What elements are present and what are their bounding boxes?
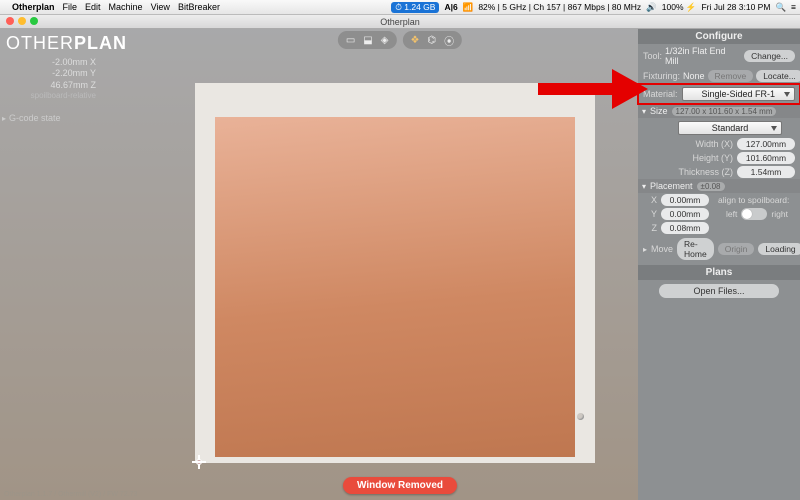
plans-header: Plans: [638, 265, 800, 280]
window-title: Otherplan: [380, 17, 420, 27]
remove-fixturing-button: Remove: [708, 70, 754, 82]
battery-status[interactable]: 100% ⚡: [662, 2, 697, 13]
version-credits: Otherplan 1.1.7 / Othermill (V2) / FW 72…: [4, 491, 137, 498]
move-row: Move Re-Home Origin Loading: [638, 235, 800, 263]
zoom-icon[interactable]: [30, 17, 38, 25]
material-select[interactable]: Single-Sided FR-1: [682, 87, 795, 101]
thickness-input[interactable]: 1.54mm: [737, 166, 795, 178]
placement-x-input[interactable]: 0.00mm: [661, 194, 709, 206]
width-input[interactable]: 127.00mm: [737, 138, 795, 150]
configure-panel: Configure Tool: 1/32in Flat End Mill Cha…: [638, 29, 800, 500]
close-icon[interactable]: [6, 17, 14, 25]
placement-y-label: Y: [643, 209, 657, 219]
align-right-label: right: [771, 209, 788, 219]
window-titlebar: Otherplan: [0, 15, 800, 29]
menubar-right: ⏱ 1.24 GB A|6 📶 82% | 5 GHz | Ch 157 | 8…: [391, 2, 796, 13]
view-front-icon[interactable]: ▭: [346, 35, 355, 46]
logo-text-a: OTHER: [6, 33, 74, 53]
placement-z-label: Z: [643, 223, 657, 233]
loading-button[interactable]: Loading: [758, 243, 800, 255]
wifi-stats: 82% | 5 GHz | Ch 157 | 867 Mbps | 80 MHz: [478, 2, 641, 12]
coord-x: -2.00mm X: [6, 57, 96, 68]
tool-value: 1/32in Flat End Mill: [665, 46, 741, 66]
configure-header: Configure: [638, 29, 800, 44]
placement-tolerance: ±0.08: [697, 182, 725, 191]
gcode-state-toggle[interactable]: G-code state: [2, 113, 61, 123]
app-menu[interactable]: Otherplan: [12, 2, 55, 12]
locating-pin: [577, 413, 584, 420]
placement-section-header[interactable]: Placement ±0.08: [638, 179, 800, 193]
menu-machine[interactable]: Machine: [109, 2, 143, 12]
locate-fixturing-button[interactable]: Locate...: [756, 70, 800, 82]
view-toolbar: ▭ ⬓ ◈ ❖ ⌬ ⦿: [338, 31, 462, 49]
coordinate-readout: -2.00mm X -2.20mm Y 46.67mm Z spoilboard…: [6, 57, 96, 101]
change-tool-button[interactable]: Change...: [744, 50, 795, 62]
coord-reference: spoilboard-relative: [6, 91, 96, 101]
size-dims: 127.00 x 101.60 x 1.54 mm: [672, 107, 777, 116]
notification-icon[interactable]: ≡: [791, 2, 796, 12]
width-label: Width (X): [669, 139, 733, 149]
tool-row: Tool: 1/32in Flat End Mill Change...: [638, 44, 800, 68]
mac-menubar: Otherplan File Edit Machine View BitBrea…: [0, 0, 800, 15]
menu-view[interactable]: View: [151, 2, 170, 12]
align-title: align to spoilboard:: [718, 195, 796, 205]
placement-z-input[interactable]: 0.08mm: [661, 222, 709, 234]
view-toolbar-group-1: ▭ ⬓ ◈: [338, 31, 397, 49]
tool-label: Tool:: [643, 51, 662, 61]
size-section-header[interactable]: Size 127.00 x 101.60 x 1.54 mm: [638, 104, 800, 118]
app-logo: OTHERPLAN: [6, 33, 127, 54]
app-area: OTHERPLAN -2.00mm X -2.20mm Y 46.67mm Z …: [0, 29, 800, 500]
logo-text-b: PLAN: [74, 33, 127, 53]
rehome-button[interactable]: Re-Home: [677, 238, 714, 260]
view-mode-c-icon[interactable]: ⦿: [444, 33, 454, 48]
menu-file[interactable]: File: [63, 2, 78, 12]
wifi-icon[interactable]: 📶: [463, 2, 474, 13]
material-row: Material: Single-Sided FR-1: [638, 84, 800, 104]
size-preset-select[interactable]: Standard: [678, 121, 782, 135]
view-mode-a-icon[interactable]: ❖: [410, 35, 419, 46]
adobe-icon[interactable]: A|6: [444, 2, 457, 12]
height-label: Height (Y): [669, 153, 733, 163]
align-toggle[interactable]: [741, 208, 767, 220]
thickness-label: Thickness (Z): [669, 167, 733, 177]
align-left-label: left: [726, 209, 737, 219]
ram-indicator[interactable]: ⏱ 1.24 GB: [391, 2, 439, 13]
placement-x-label: X: [643, 195, 657, 205]
fixturing-value: None: [683, 71, 705, 81]
fixturing-row: Fixturing: None Remove Locate...: [638, 68, 800, 84]
view-toolbar-group-2: ❖ ⌬ ⦿: [402, 31, 462, 49]
view-iso-icon[interactable]: ◈: [381, 35, 389, 46]
height-input[interactable]: 101.60mm: [737, 152, 795, 164]
menu-bitbreaker[interactable]: BitBreaker: [178, 2, 220, 12]
view-mode-b-icon[interactable]: ⌬: [427, 35, 436, 46]
origin-button: Origin: [718, 243, 755, 255]
origin-marker[interactable]: [192, 455, 206, 469]
material-select-value: Single-Sided FR-1: [701, 89, 775, 99]
menu-edit[interactable]: Edit: [85, 2, 101, 12]
material-label: Material:: [643, 89, 678, 99]
fixturing-label: Fixturing:: [643, 71, 680, 81]
clock[interactable]: Fri Jul 28 3:10 PM: [701, 2, 770, 12]
view-top-icon[interactable]: ⬓: [363, 35, 372, 46]
coord-y: -2.20mm Y: [6, 68, 96, 79]
placement-y-input[interactable]: 0.00mm: [661, 208, 709, 220]
coord-z: 46.67mm Z: [6, 80, 96, 91]
material-preview[interactable]: [215, 117, 575, 457]
volume-icon[interactable]: 🔊: [646, 2, 657, 13]
size-preset-value: Standard: [712, 123, 749, 133]
size-label: Size: [650, 106, 668, 116]
placement-label: Placement: [650, 181, 693, 191]
spotlight-icon[interactable]: 🔍: [775, 2, 786, 13]
move-label: Move: [651, 244, 673, 254]
window-removed-badge: Window Removed: [343, 477, 457, 494]
open-files-button[interactable]: Open Files...: [659, 284, 779, 298]
traffic-lights: [6, 17, 38, 25]
minimize-icon[interactable]: [18, 17, 26, 25]
